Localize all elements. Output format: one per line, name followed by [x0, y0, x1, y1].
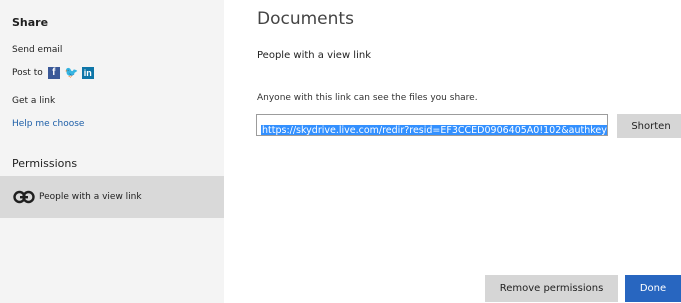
page-title: Documents: [257, 9, 354, 29]
get-a-link-link[interactable]: Get a link: [12, 96, 55, 106]
section-subtitle: People with a view link: [257, 50, 371, 61]
done-button[interactable]: Done: [625, 275, 681, 302]
share-heading: Share: [12, 16, 49, 29]
help-me-choose-link[interactable]: Help me choose: [12, 119, 84, 129]
facebook-icon[interactable]: f: [47, 67, 60, 79]
share-link-value[interactable]: https://skydrive.live.com/redir?resid=EF…: [261, 125, 607, 135]
shorten-button[interactable]: Shorten: [617, 114, 681, 138]
post-to-row: Post to f 🐦 in: [12, 67, 94, 79]
permissions-heading: Permissions: [12, 157, 78, 170]
permission-item-label: People with a view link: [39, 192, 142, 202]
remove-permissions-button[interactable]: Remove permissions: [485, 275, 618, 302]
share-link-field[interactable]: https://skydrive.live.com/redir?resid=EF…: [256, 114, 608, 136]
share-sidebar: Share Send email Post to f 🐦 in Get a li…: [0, 0, 224, 303]
link-chain-icon: [13, 190, 35, 204]
permission-item-view-link[interactable]: People with a view link: [0, 176, 224, 218]
post-to-label: Post to: [12, 68, 43, 78]
link-description: Anyone with this link can see the files …: [257, 93, 478, 103]
send-email-link[interactable]: Send email: [12, 45, 62, 55]
linkedin-icon[interactable]: in: [81, 67, 94, 79]
twitter-icon[interactable]: 🐦: [65, 67, 79, 79]
